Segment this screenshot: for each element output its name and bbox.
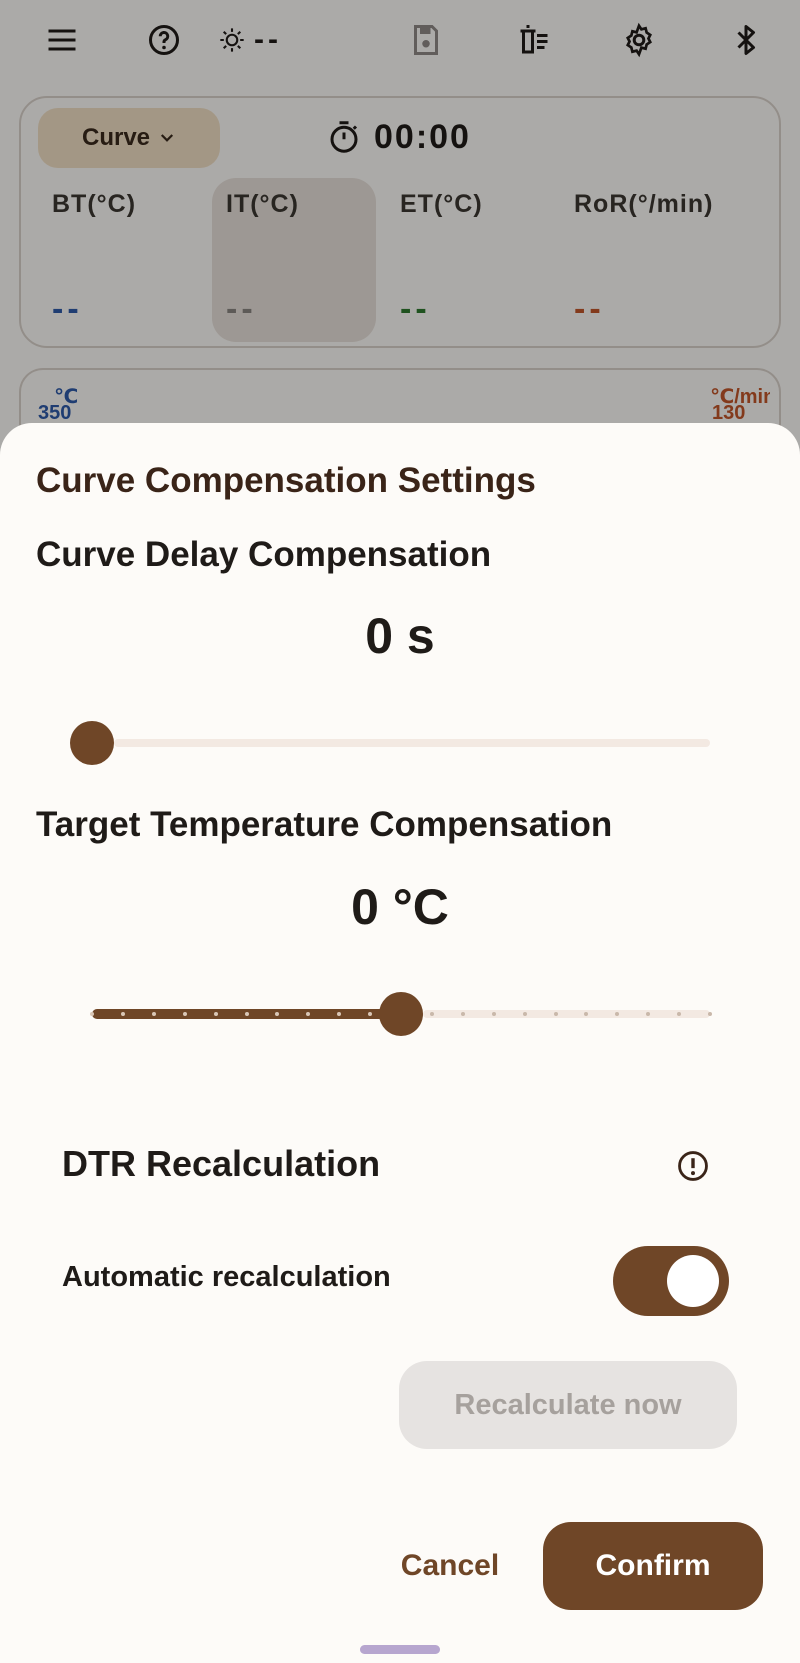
auto-recalc-label: Automatic recalculation [62,1261,391,1293]
slider-track [423,1010,710,1018]
slider-tick [213,1012,218,1016]
auto-recalc-toggle[interactable] [613,1246,729,1316]
sheet-title: Curve Compensation Settings [36,461,536,500]
slider-track-active [92,1009,393,1019]
delay-slider[interactable] [70,721,710,765]
slider-thumb[interactable] [70,721,114,765]
slider-tick [460,1012,465,1016]
slider-tick [553,1012,558,1016]
slider-tick [182,1012,187,1016]
curve-compensation-sheet: Curve Compensation Settings Curve Delay … [0,423,800,1663]
sheet-grab-handle[interactable] [360,1645,440,1654]
slider-tick [120,1012,125,1016]
slider-tick [522,1012,527,1016]
slider-tick [90,1012,94,1016]
slider-tick [708,1012,712,1016]
slider-tick [429,1012,434,1016]
delay-value: 0 s [365,608,435,664]
cancel-button[interactable]: Cancel [380,1522,520,1610]
target-slider[interactable] [90,992,712,1036]
slider-track [114,739,710,747]
target-section-title: Target Temperature Compensation [36,805,613,844]
confirm-button[interactable]: Confirm [543,1522,763,1610]
slider-tick [491,1012,496,1016]
slider-thumb[interactable] [379,992,423,1036]
info-icon[interactable] [676,1149,710,1183]
target-value: 0 °C [351,879,449,935]
recalculate-now-button[interactable]: Recalculate now [399,1361,737,1449]
delay-section-title: Curve Delay Compensation [36,535,492,574]
dtr-section-title: DTR Recalculation [62,1143,381,1184]
toggle-knob [667,1255,719,1307]
slider-tick [151,1012,156,1016]
slider-tick [244,1012,249,1016]
